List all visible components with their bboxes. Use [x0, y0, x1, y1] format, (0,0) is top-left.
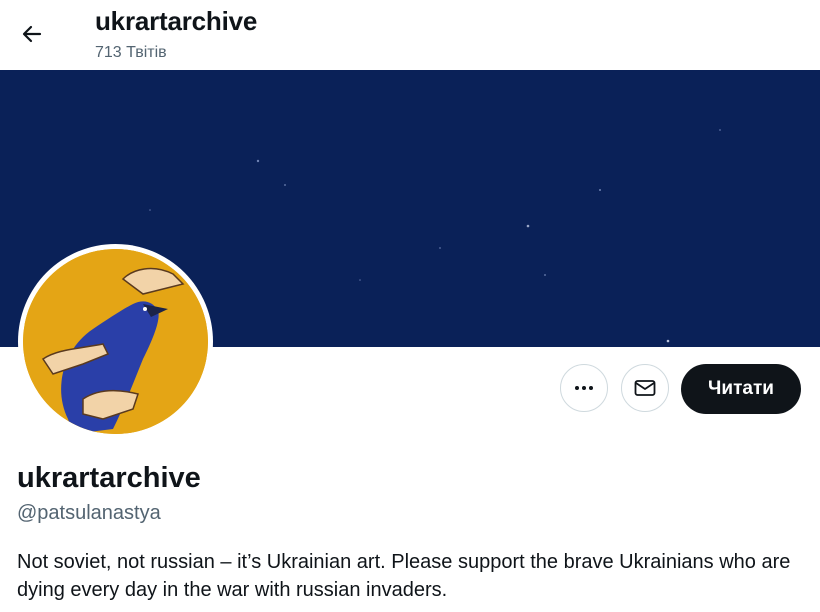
- avatar-frame[interactable]: [18, 244, 213, 439]
- more-options-button[interactable]: [560, 364, 608, 412]
- profile-header-bar: ukrartarchive 713 Твітів: [0, 0, 820, 70]
- avatar-artwork: [23, 249, 208, 434]
- header-title: ukrartarchive: [95, 6, 258, 36]
- profile-display-name: ukrartarchive: [17, 462, 201, 494]
- arrow-left-icon: [22, 25, 42, 43]
- tweet-count: 713 Твітів: [95, 44, 167, 61]
- message-button[interactable]: [621, 364, 669, 412]
- follow-button[interactable]: Читати: [681, 364, 801, 414]
- profile-bio: Not soviet, not russian – it’s Ukrainian…: [17, 551, 791, 601]
- more-dots-icon: [575, 386, 593, 390]
- avatar: [23, 249, 208, 434]
- back-button[interactable]: [12, 14, 52, 54]
- profile-handle: @patsulanastya: [17, 502, 161, 524]
- envelope-icon: [634, 380, 656, 396]
